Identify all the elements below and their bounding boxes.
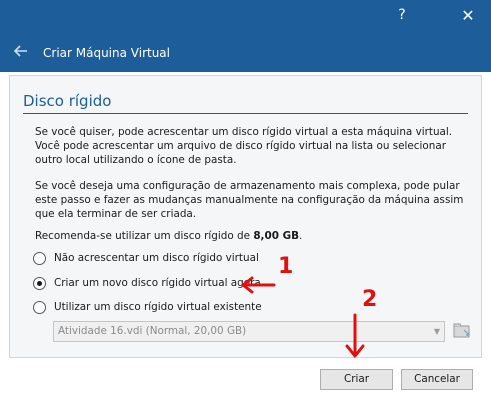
create-button[interactable]: Criar bbox=[320, 369, 393, 390]
radio-existing-disk[interactable] bbox=[33, 300, 46, 314]
recommendation-text: Recomenda-se utilizar um disco rígido de… bbox=[35, 229, 475, 243]
intro-paragraph: Se você quiser, pode acrescentar um disc… bbox=[35, 126, 453, 166]
option-create-disk-label: Criar um novo disco rígido virtual agora bbox=[54, 277, 261, 289]
chevron-down-icon: ▼ bbox=[433, 327, 440, 336]
folder-icon[interactable] bbox=[453, 322, 471, 340]
recommendation-suffix: . bbox=[299, 230, 303, 242]
annotation-step-1: 1 bbox=[278, 254, 294, 279]
option-no-disk-label: Não acrescentar um disco rígido virtual bbox=[54, 252, 259, 264]
annotation-arrow-1 bbox=[241, 276, 276, 294]
option-create-disk[interactable]: Criar um novo disco rígido virtual agora bbox=[33, 275, 261, 291]
section-divider bbox=[23, 113, 468, 114]
annotation-arrow-2 bbox=[345, 313, 365, 358]
existing-disk-value: Atividade 16.vdi (Normal, 20,00 GB) bbox=[58, 325, 247, 337]
advanced-paragraph: Se você deseja uma configuração de armaz… bbox=[35, 180, 464, 220]
radio-no-disk[interactable] bbox=[33, 251, 46, 265]
cancel-button[interactable]: Cancelar bbox=[401, 369, 473, 390]
dialog-title: Criar Máquina Virtual bbox=[43, 46, 170, 60]
help-button[interactable]: ? bbox=[382, 0, 422, 31]
annotation-step-2: 2 bbox=[362, 287, 378, 312]
recommended-size: 8,00 GB bbox=[253, 230, 300, 242]
section-title: Disco rígido bbox=[23, 92, 112, 110]
close-button[interactable]: ✕ bbox=[446, 0, 490, 31]
back-arrow-icon[interactable] bbox=[13, 43, 29, 59]
option-no-disk[interactable]: Não acrescentar um disco rígido virtual bbox=[33, 250, 259, 266]
recommendation-prefix: Recomenda-se utilizar um disco rígido de bbox=[35, 230, 254, 242]
option-existing-disk-label: Utilizar um disco rígido virtual existen… bbox=[54, 301, 262, 313]
existing-disk-select[interactable]: Atividade 16.vdi (Normal, 20,00 GB) ▼ bbox=[53, 321, 445, 342]
option-existing-disk[interactable]: Utilizar um disco rígido virtual existen… bbox=[33, 299, 262, 315]
radio-create-disk[interactable] bbox=[33, 276, 46, 290]
